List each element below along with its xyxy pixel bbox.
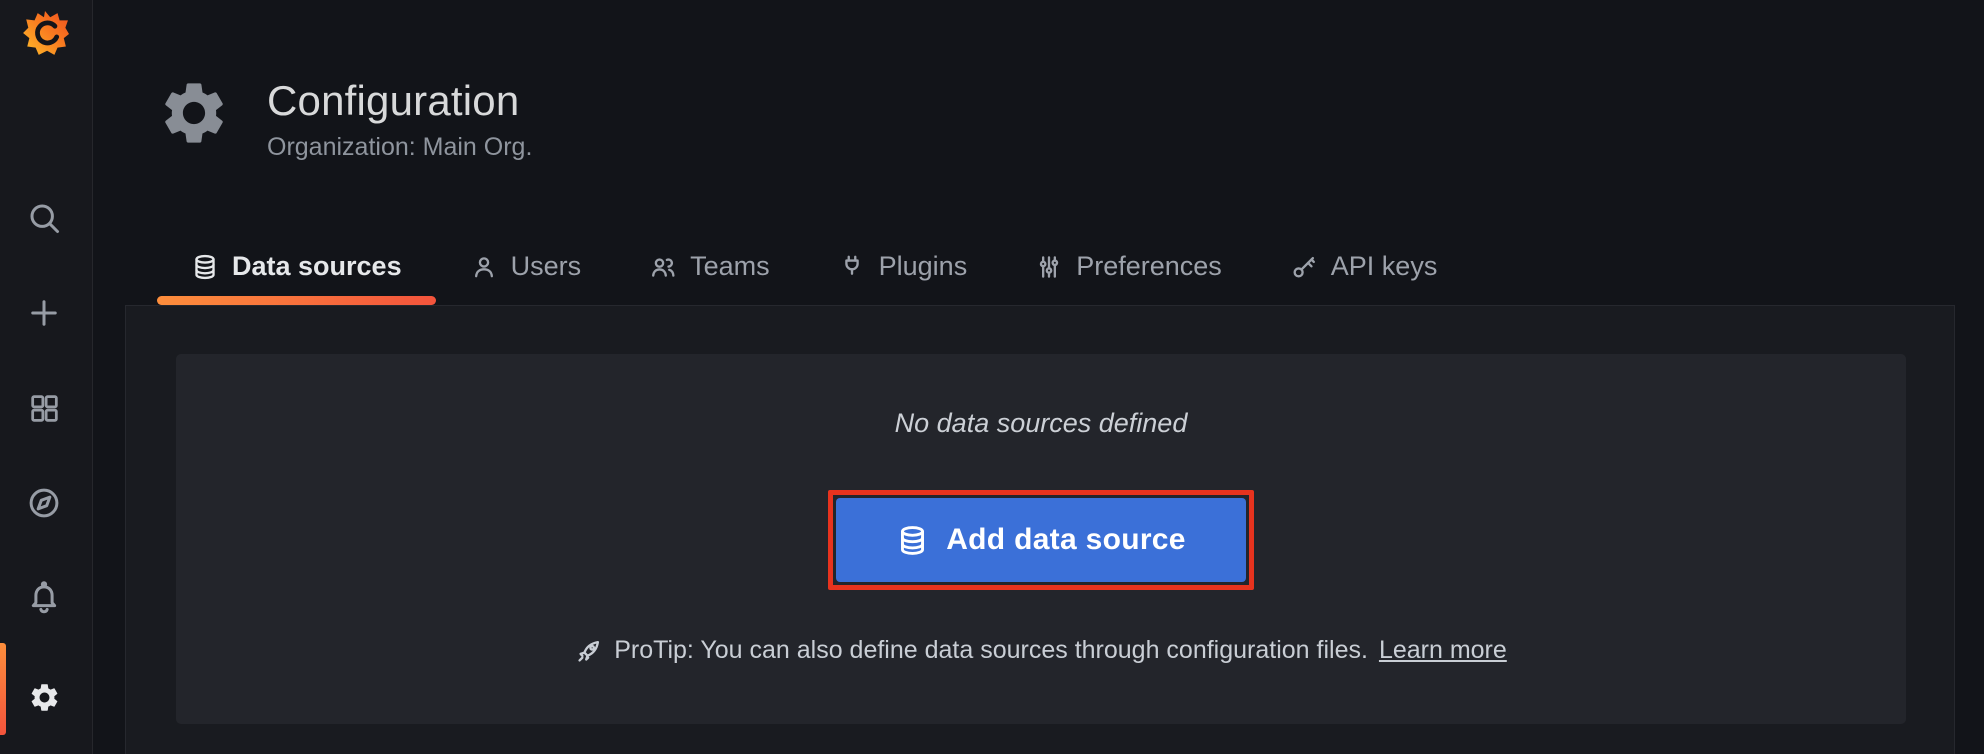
main-content: Configuration Organization: Main Org. Da…: [93, 0, 1984, 754]
alerting-bell-icon: [26, 580, 62, 616]
empty-state-box: No data sources defined Add data source: [176, 354, 1906, 724]
tab-label: Data sources: [232, 251, 402, 282]
protip-text: ProTip: You can also define data sources…: [614, 636, 1368, 665]
plug-icon: [838, 253, 866, 281]
empty-state-message: No data sources defined: [895, 406, 1188, 440]
tab-data-sources[interactable]: Data sources: [157, 228, 436, 305]
grafana-app: Configuration Organization: Main Org. Da…: [0, 0, 1984, 754]
grafana-flame-icon: [16, 10, 74, 58]
tab-teams[interactable]: Teams: [615, 228, 804, 305]
sidebar-item-configuration[interactable]: [22, 675, 66, 719]
tab-preferences[interactable]: Preferences: [1001, 228, 1256, 305]
add-data-source-button[interactable]: Add data source: [836, 498, 1246, 582]
plus-icon: [26, 295, 62, 331]
content-panel: No data sources defined Add data source: [125, 305, 1955, 754]
sidebar: [0, 0, 93, 754]
tab-label: API keys: [1331, 251, 1438, 282]
dashboards-grid-icon: [28, 392, 61, 425]
explore-compass-icon: [26, 485, 62, 521]
page-header-gear-icon: [157, 76, 231, 150]
database-icon: [191, 253, 219, 281]
rocket-icon: [575, 637, 603, 665]
protip-row: ProTip: You can also define data sources…: [575, 636, 1507, 665]
sidebar-active-indicator: [0, 643, 6, 735]
tab-label: Users: [511, 251, 582, 282]
sidebar-item-alerting[interactable]: [22, 576, 66, 620]
tab-api-keys[interactable]: API keys: [1256, 228, 1472, 305]
key-icon: [1290, 253, 1318, 281]
add-data-source-label: Add data source: [946, 523, 1186, 557]
sliders-icon: [1035, 253, 1063, 281]
grafana-logo[interactable]: [16, 10, 74, 58]
sidebar-item-create[interactable]: [22, 291, 66, 335]
search-icon: [26, 200, 62, 236]
tab-bar: Data sources Users Teams: [157, 228, 1471, 305]
tab-label: Preferences: [1076, 251, 1222, 282]
highlight-annotation: Add data source: [828, 490, 1254, 590]
database-icon: [896, 524, 929, 557]
tab-users[interactable]: Users: [436, 228, 616, 305]
page-title: Configuration: [267, 77, 519, 125]
tab-plugins[interactable]: Plugins: [804, 228, 1002, 305]
tab-label: Plugins: [879, 251, 968, 282]
sidebar-item-search[interactable]: [22, 196, 66, 240]
users-icon: [649, 253, 677, 281]
user-icon: [470, 253, 498, 281]
tab-label: Teams: [690, 251, 770, 282]
learn-more-link[interactable]: Learn more: [1379, 636, 1507, 665]
sidebar-item-explore[interactable]: [22, 481, 66, 525]
page-subtitle: Organization: Main Org.: [267, 133, 532, 162]
sidebar-item-dashboards[interactable]: [22, 386, 66, 430]
configuration-gear-icon: [28, 681, 61, 714]
